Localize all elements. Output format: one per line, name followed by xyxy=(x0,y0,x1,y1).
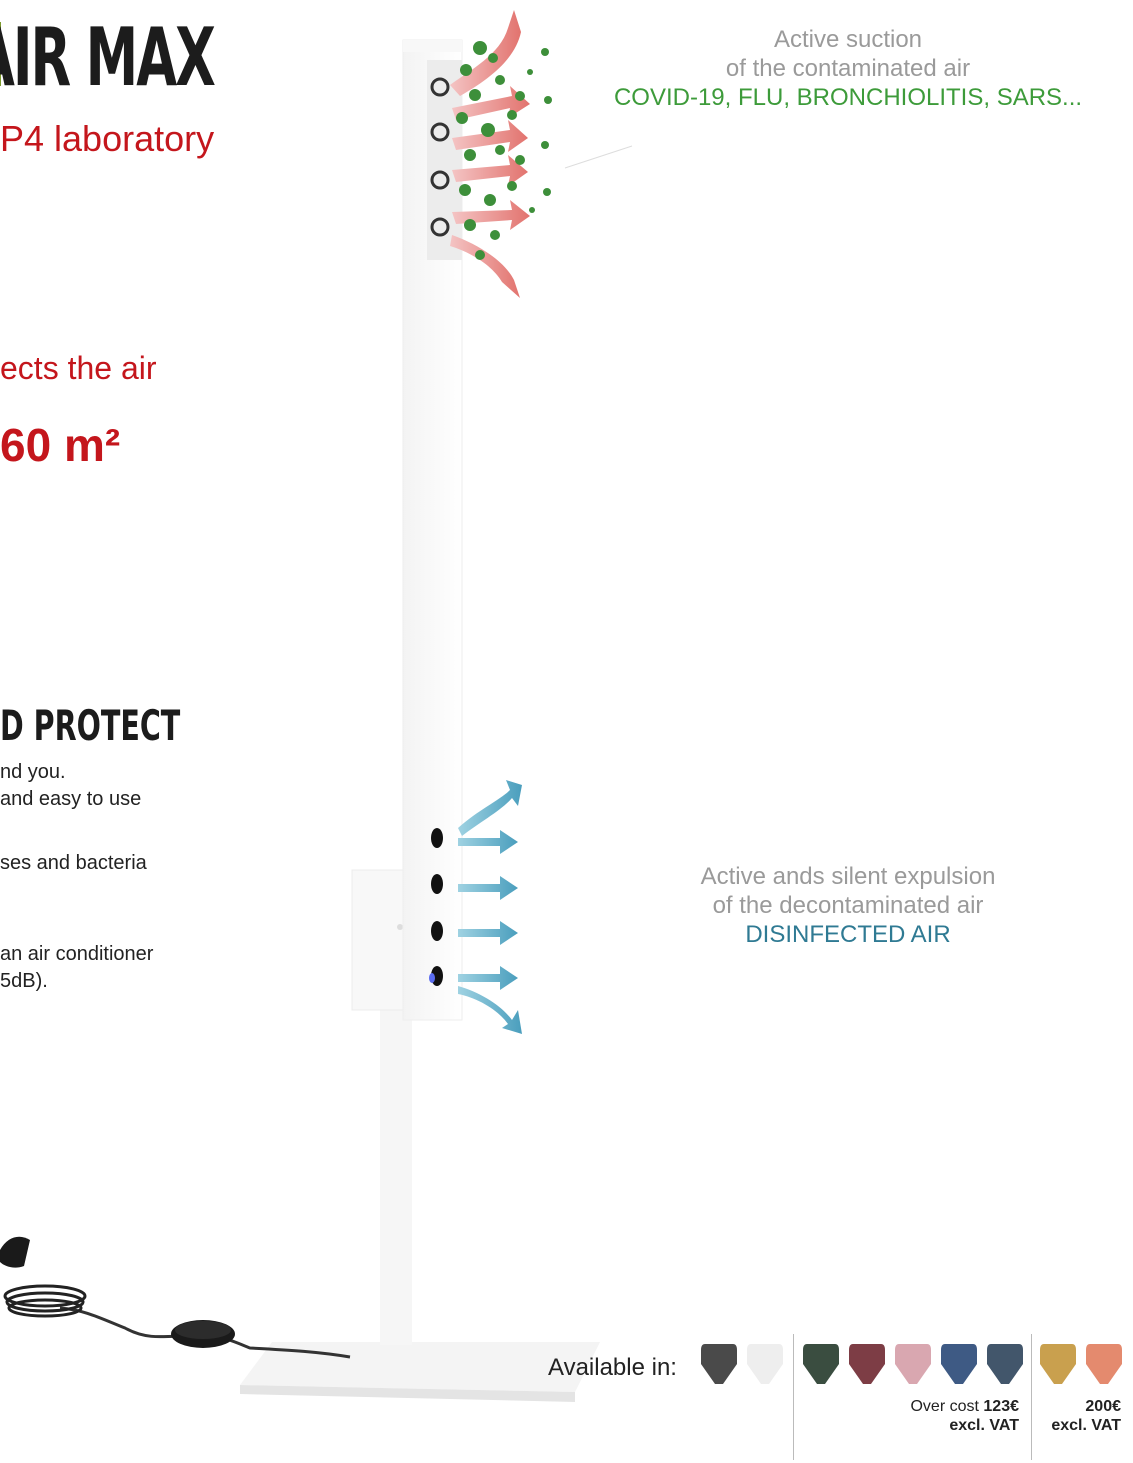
color-swatches xyxy=(701,1344,1122,1384)
overcost-vat: excl. VAT xyxy=(949,1417,1019,1434)
overcost-prefix: Over cost xyxy=(910,1398,979,1415)
body-line: an air conditioner xyxy=(0,943,154,965)
premium-vat: excl. VAT xyxy=(1051,1417,1121,1434)
color-swatch xyxy=(803,1344,839,1384)
suction-line-1: Active suction xyxy=(773,26,923,53)
body-line: and easy to use xyxy=(0,788,142,810)
color-swatch xyxy=(895,1344,931,1384)
power-cable xyxy=(0,1236,351,1359)
coverage-area: 60 m² xyxy=(0,419,121,471)
suction-annotation: Active suction of the contaminated air C… xyxy=(598,25,1098,112)
expulsion-annotation: Active ands silent expulsion of the deco… xyxy=(648,862,1048,949)
swatch-divider xyxy=(793,1334,794,1460)
product-subtitle: P4 laboratory xyxy=(0,118,215,159)
color-swatch xyxy=(849,1344,885,1384)
expulsion-result: DISINFECTED AIR xyxy=(745,921,951,948)
color-swatch xyxy=(1086,1344,1122,1384)
lower-column xyxy=(380,1000,412,1345)
color-swatch xyxy=(1040,1344,1076,1384)
body-line: ses and bacteria xyxy=(0,852,147,874)
swatch-divider xyxy=(1031,1334,1032,1460)
expulsion-arrows xyxy=(458,780,522,1034)
premium-price: 200€ xyxy=(1085,1398,1121,1415)
color-swatch xyxy=(747,1344,783,1384)
expulsion-line-1: Active ands silent expulsion xyxy=(700,863,996,890)
expulsion-line-2: of the decontaminated air xyxy=(712,892,984,919)
suction-diseases: COVID-19, FLU, BRONCHIOLITIS, SARS... xyxy=(613,84,1083,111)
virus-particles xyxy=(456,41,552,260)
body-line: nd you. xyxy=(0,761,66,783)
body-line: 5dB). xyxy=(0,970,48,992)
color-swatch xyxy=(987,1344,1023,1384)
suction-line-2: of the contaminated air xyxy=(725,55,971,82)
premium-price-note: 200€ excl. VAT xyxy=(1051,1397,1121,1435)
overcost-price: 123€ xyxy=(983,1398,1019,1415)
disinfects-text: ects the air xyxy=(0,350,157,386)
product-title: AIR MAX xyxy=(0,11,216,104)
section-heading: D PROTECT xyxy=(0,701,181,750)
color-swatch xyxy=(701,1344,737,1384)
overcost-price-note: Over cost 123€ excl. VAT xyxy=(910,1397,1019,1435)
color-swatch xyxy=(941,1344,977,1384)
available-colors-label: Available in: xyxy=(548,1354,677,1381)
